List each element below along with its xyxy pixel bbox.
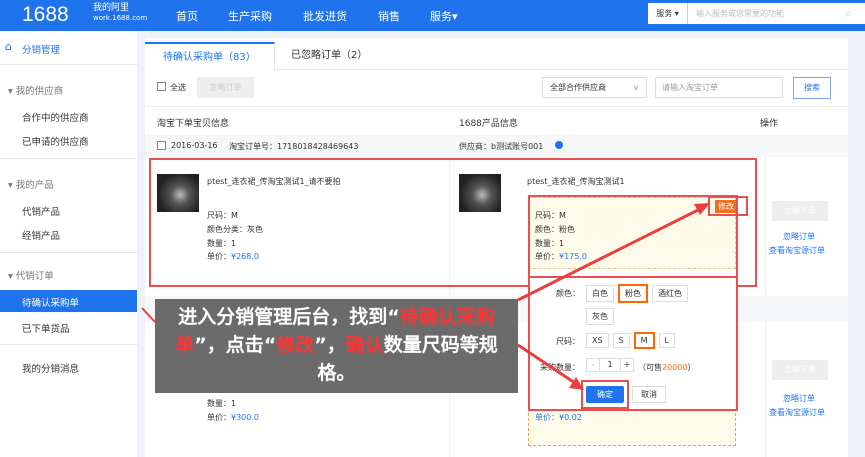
callout-text: ”，点击“	[194, 334, 277, 356]
callout-highlight: 确认	[345, 334, 384, 356]
callout-text: ”，	[314, 334, 346, 356]
callout-text: 进入分销管理后台，找到“	[178, 306, 400, 328]
instruction-callout: 进入分销管理后台，找到“待确认采购单”，点击“修改”，确认数量尺码等规格。	[155, 299, 518, 393]
callout-highlight: 修改	[276, 334, 315, 356]
